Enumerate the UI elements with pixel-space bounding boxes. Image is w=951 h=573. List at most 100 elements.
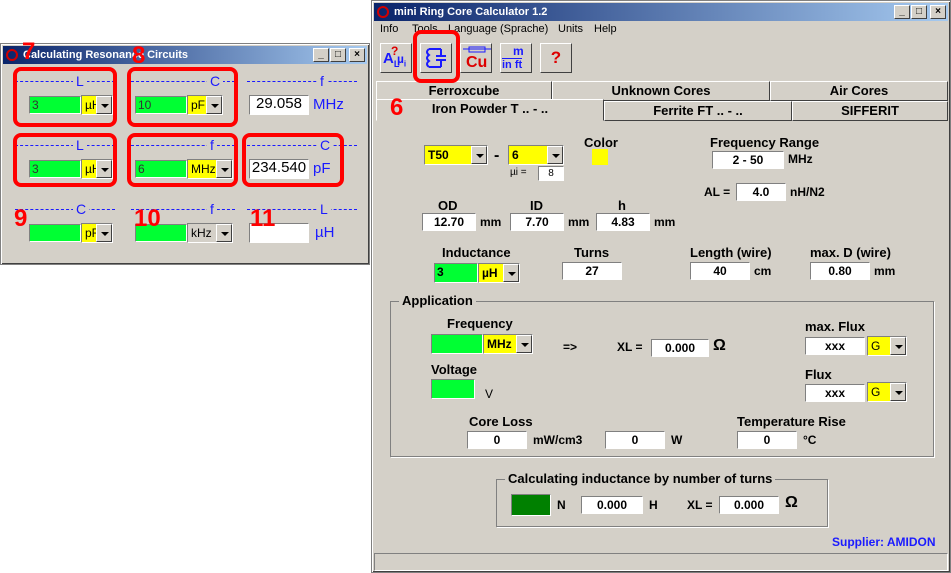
tab-unknown-cores[interactable]: Unknown Cores bbox=[552, 81, 770, 101]
help-icon: ? bbox=[550, 48, 562, 67]
turns-label: Turns bbox=[574, 245, 610, 260]
highlight-box-row2-l bbox=[13, 133, 117, 187]
row1-f-unit: MHz bbox=[313, 96, 344, 113]
inductance-unit: µH bbox=[482, 266, 498, 280]
voltage-input[interactable] bbox=[431, 379, 475, 399]
units-button[interactable]: m in ft bbox=[500, 43, 532, 73]
inductance-input[interactable]: 3 bbox=[434, 263, 478, 283]
application-title: Application bbox=[399, 293, 476, 308]
menu-bar: Info Tools Language (Sprache) Units Help bbox=[374, 21, 948, 39]
resonance-titlebar[interactable]: Calculating Resonance Circuits _ □ × bbox=[3, 46, 367, 64]
maximize-button[interactable]: □ bbox=[911, 5, 927, 19]
inductance-label: Inductance bbox=[442, 245, 511, 260]
wire-icon bbox=[463, 46, 491, 53]
maxd-label: max. D (wire) bbox=[810, 245, 891, 260]
tab-sifferit[interactable]: SIFFERIT bbox=[792, 101, 948, 121]
voltage-label: Voltage bbox=[431, 362, 477, 377]
tab-iron-powder[interactable]: Iron Powder T .. - .. bbox=[376, 99, 604, 121]
row1-f-result: 29.058 bbox=[249, 95, 309, 115]
coreloss-label: Core Loss bbox=[469, 414, 533, 429]
turns-h-value: 0.000 bbox=[581, 496, 643, 514]
main-window: mini Ring Core Calculator 1.2 _ □ × Info… bbox=[371, 0, 951, 573]
ui-value: 8 bbox=[538, 166, 564, 181]
core-mix-select[interactable]: 6 bbox=[508, 145, 564, 165]
length-value: 40 bbox=[690, 262, 750, 280]
dropdown-arrow-icon[interactable] bbox=[471, 146, 487, 164]
length-label: Length (wire) bbox=[690, 245, 772, 260]
core-type-select[interactable]: T50 bbox=[424, 145, 488, 165]
h-label: h bbox=[618, 198, 626, 213]
dropdown-arrow-icon[interactable] bbox=[890, 383, 906, 401]
supplier-label: Supplier: AMIDON bbox=[832, 535, 936, 549]
h-unit: mm bbox=[654, 215, 676, 229]
status-bar bbox=[374, 553, 948, 571]
inductance-unit-select[interactable]: µH bbox=[478, 263, 520, 283]
voltage-unit: V bbox=[485, 387, 494, 401]
turns-n-input[interactable] bbox=[511, 494, 551, 516]
h-value: 4.83 bbox=[596, 213, 650, 231]
by-turns-title: Calculating inductance by number of turn… bbox=[505, 471, 776, 486]
highlight-box-row2-f bbox=[127, 133, 238, 187]
al-value: 4.0 bbox=[736, 183, 786, 201]
row1-f-divider: f bbox=[247, 73, 357, 95]
help-button[interactable]: ? bbox=[540, 43, 572, 73]
minimize-button[interactable]: _ bbox=[313, 48, 329, 62]
ui-label: µi = bbox=[510, 167, 527, 178]
turns-n-label: N bbox=[557, 498, 566, 512]
highlight-box-7 bbox=[13, 67, 117, 127]
turns-value: 27 bbox=[562, 262, 622, 280]
dropdown-arrow-icon[interactable] bbox=[216, 224, 232, 242]
al-mu-button[interactable]: AL µi ? bbox=[380, 43, 412, 73]
tab-air-cores[interactable]: Air Cores bbox=[770, 81, 948, 101]
close-button[interactable]: × bbox=[349, 48, 365, 62]
dropdown-arrow-icon[interactable] bbox=[96, 224, 112, 242]
maxflux-label: max. Flux bbox=[805, 319, 865, 334]
temprise-label: Temperature Rise bbox=[737, 414, 846, 429]
minimize-button[interactable]: _ bbox=[894, 5, 910, 19]
coreloss-value: 0 bbox=[467, 431, 527, 449]
dropdown-arrow-icon[interactable] bbox=[516, 335, 532, 353]
temprise-unit: °C bbox=[803, 433, 817, 447]
dropdown-arrow-icon[interactable] bbox=[890, 337, 906, 355]
core-type-value: T50 bbox=[428, 148, 449, 162]
flux-label: Flux bbox=[805, 367, 832, 382]
close-button[interactable]: × bbox=[930, 5, 946, 19]
core-mix-value: 6 bbox=[512, 148, 519, 162]
maxflux-unit-select[interactable]: G bbox=[867, 336, 907, 356]
annotation-7: 7 bbox=[22, 38, 36, 65]
resonance-title: Calculating Resonance Circuits bbox=[23, 49, 189, 61]
row3-c-input[interactable] bbox=[29, 224, 81, 242]
menu-info[interactable]: Info bbox=[380, 23, 398, 35]
dropdown-arrow-icon[interactable] bbox=[503, 264, 519, 282]
app-freq-unit-select[interactable]: MHz bbox=[483, 334, 533, 354]
menu-units[interactable]: Units bbox=[558, 23, 583, 35]
row3-c-divider: C bbox=[15, 201, 115, 223]
maximize-button[interactable]: □ bbox=[330, 48, 346, 62]
length-unit: cm bbox=[754, 264, 772, 278]
row3-c-label: C bbox=[73, 201, 90, 217]
flux-unit-select[interactable]: G bbox=[867, 382, 907, 402]
wire-cu-button[interactable]: Cu bbox=[460, 43, 492, 73]
row3-l-unit: µH bbox=[315, 224, 335, 241]
row3-f-unit-select[interactable]: kHz bbox=[187, 223, 233, 243]
menu-help[interactable]: Help bbox=[594, 23, 617, 35]
app-freq-input[interactable] bbox=[431, 334, 483, 354]
annotation-10: 10 bbox=[134, 205, 161, 232]
app-arrow: => bbox=[563, 340, 578, 354]
ohm-icon: Ω bbox=[713, 337, 726, 354]
id-label: ID bbox=[530, 198, 543, 213]
app-ring-icon bbox=[6, 49, 18, 61]
turns-h-unit: H bbox=[649, 498, 658, 512]
al-label: AL = bbox=[704, 185, 731, 199]
annotation-9: 9 bbox=[14, 205, 28, 232]
flux-unit: G bbox=[871, 385, 881, 399]
menu-language[interactable]: Language (Sprache) bbox=[448, 23, 548, 35]
highlight-box-toolbar bbox=[413, 30, 460, 83]
annotation-11: 11 bbox=[250, 205, 276, 232]
main-titlebar[interactable]: mini Ring Core Calculator 1.2 _ □ × bbox=[374, 3, 948, 21]
tab-ferrite[interactable]: Ferrite FT .. - .. bbox=[604, 101, 792, 121]
dropdown-arrow-icon[interactable] bbox=[547, 146, 563, 164]
row3-c-unit-select[interactable]: pF bbox=[81, 223, 113, 243]
annotation-8: 8 bbox=[132, 42, 146, 69]
od-value: 12.70 bbox=[422, 213, 476, 231]
